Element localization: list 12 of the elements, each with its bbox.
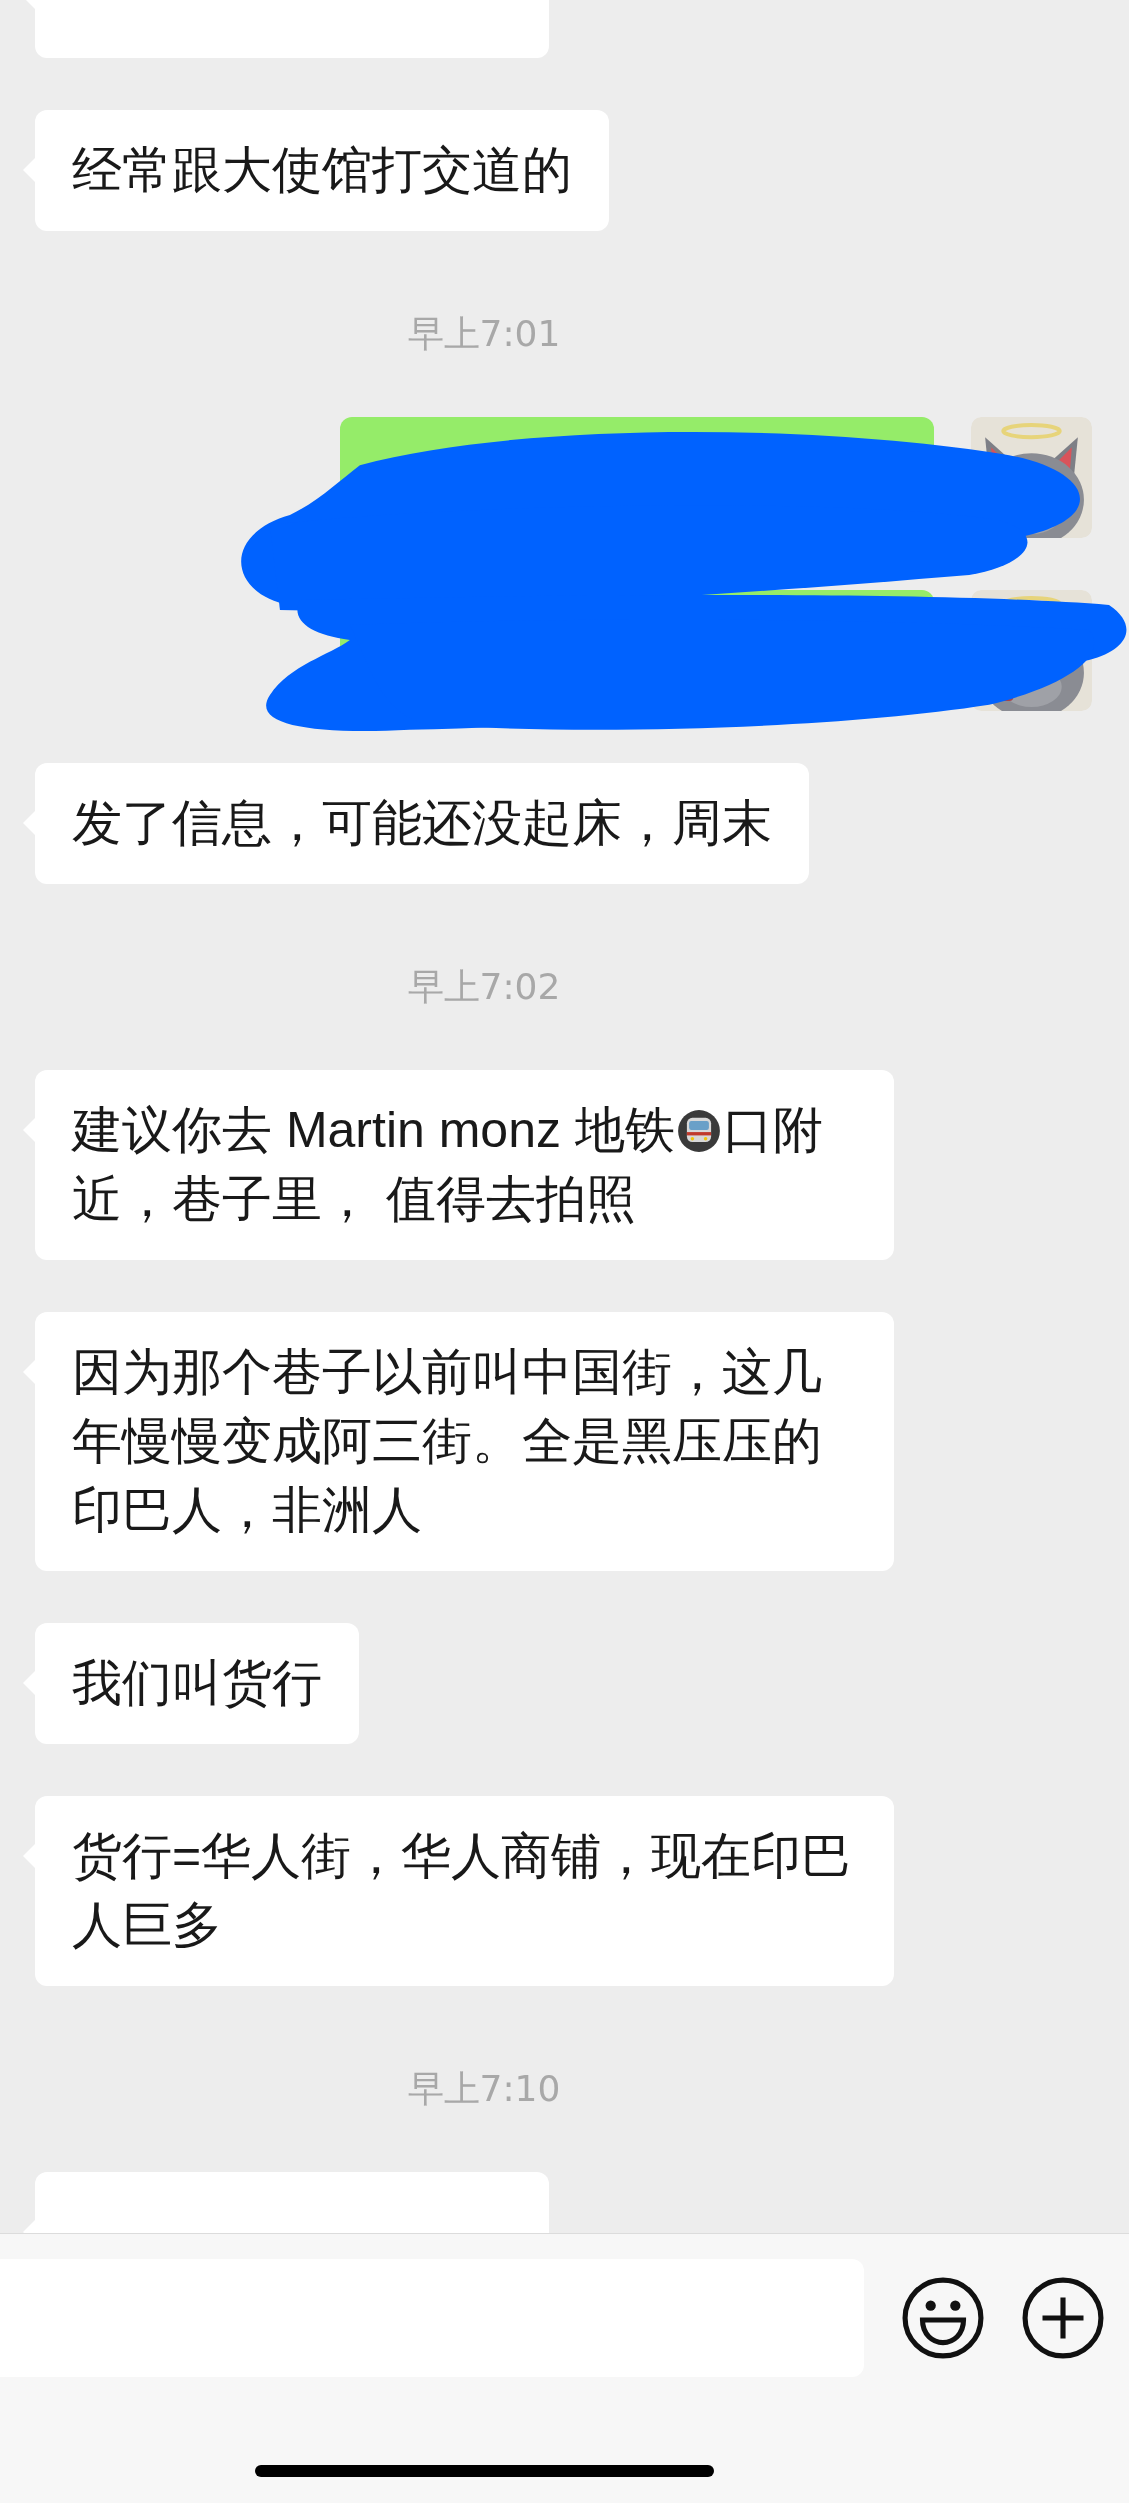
timestamp: 早上7:02 — [407, 967, 561, 1007]
message-text: 货行=华人街，华人商铺，现在印巴人巨多 — [72, 1828, 852, 1953]
message-text: 因为那个巷子以前叫中国街，这几年慢慢变成阿三街。全是黑压压的印巴人，非洲人 — [72, 1344, 822, 1538]
message-text: 发了信息，可能还没起床，周末 — [72, 795, 772, 851]
timestamp: 早上7:10 — [407, 2069, 561, 2109]
timestamp: 早上7:01 — [407, 314, 561, 354]
message-text: 经常跟大使馆打交道的 — [72, 142, 572, 198]
plus-icon[interactable] — [1022, 2277, 1104, 2359]
metro-train-icon — [676, 1109, 721, 1153]
message-text: 建议你去 Martin monz 地铁 口附近，巷子里， 值得去拍照 — [72, 1102, 823, 1227]
emoji-icon[interactable] — [902, 2277, 984, 2359]
message-text: 我们叫货行 — [72, 1655, 322, 1711]
